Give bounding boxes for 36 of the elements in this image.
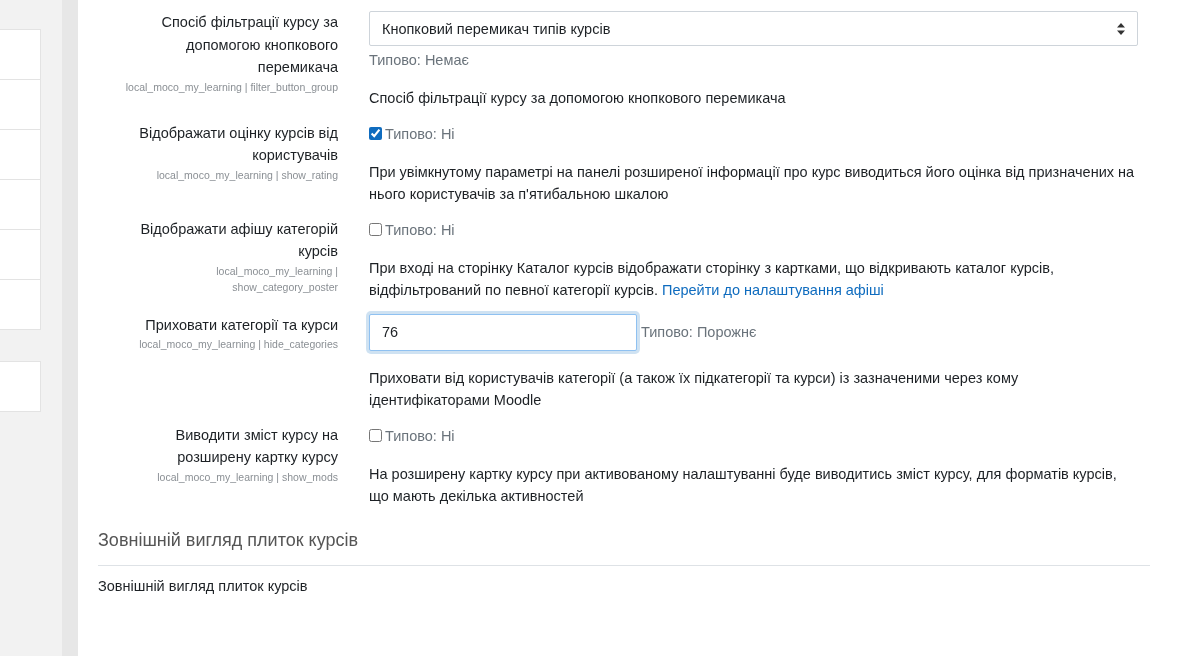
setting-label: Виводити зміст курсу на розширену картку курсу <box>174 425 338 467</box>
setting-description: Приховати від користувачів категорії (а також їх підкатегорії та курси) із зазначеними через кому ідентифікаторами Moodle <box>369 368 1020 410</box>
section-text: Зовнішній вигляд плиток курсів <box>98 577 309 594</box>
default-hint: Типово: Ні <box>385 124 455 144</box>
checkbox[interactable] <box>369 127 382 140</box>
checkbox[interactable] <box>369 223 382 236</box>
sidebar-panel <box>0 180 41 230</box>
setting-label: Приховати категорії та курси <box>144 315 338 335</box>
sidebar-panel <box>0 80 41 130</box>
sidebar-panel <box>0 29 41 80</box>
setting-description: При вході на сторінку Каталог курсів відображати сторінку з картками, що відкривають каталог курсів, відфільтрований по певної категорії курсів. Перейти до налаштування афіші <box>369 258 1055 300</box>
setting-description: На розширену картку курсу при активованому налаштуванні буде виводитись зміст курсу, для форматів курсів, що мають декілька активностей <box>369 464 1118 506</box>
setting-id: local_moco_my_learning | filter_button_group <box>124 79 338 95</box>
checkbox[interactable] <box>369 429 382 442</box>
setting-id: local_moco_my_learning | show_mods <box>156 469 338 485</box>
select-dropdown[interactable]: Кнопковий перемикач типів курсів <box>369 11 1138 46</box>
default-hint: Типово: Ні <box>385 220 455 240</box>
sidebar-panel <box>0 130 41 180</box>
setting-description: Спосіб фільтрації курсу за допомогою кнопкового перемикача <box>369 89 787 108</box>
setting-label: Відображати оцінку курсів від користувачів <box>138 123 338 165</box>
default-hint: Типово: Ні <box>385 426 455 446</box>
sort-caret-icon <box>1117 22 1125 35</box>
text-input[interactable]: 76 <box>369 313 637 351</box>
setting-label: Спосіб фільтрації курсу за допомогою кнопкового перемикача <box>160 13 338 77</box>
sidebar-panel <box>0 361 41 412</box>
setting-id: local_moco_my_learning | hide_categories <box>138 337 338 352</box>
setting-id: local_moco_my_learning | show_rating <box>155 167 338 183</box>
setting-description: При увімкнутому параметрі на панелі розширеної інформації про курс виводиться його оцінка від призначених на нього користувачів за п'ятибальною шкалою <box>369 162 1136 204</box>
section-heading: Зовнішній вигляд плиток курсів <box>98 529 1150 566</box>
default-hint: Типово: Порожнє <box>641 323 757 342</box>
sidebar-panel <box>0 230 41 280</box>
setting-label: Відображати афішу категорій курсів <box>139 219 338 261</box>
sidebar-panel <box>0 280 41 330</box>
setting-id: local_moco_my_learning | show_category_poster <box>215 263 338 295</box>
settings-link[interactable]: Перейти до налаштування афіші <box>661 282 884 298</box>
default-hint: Типово: Немає <box>369 51 470 70</box>
